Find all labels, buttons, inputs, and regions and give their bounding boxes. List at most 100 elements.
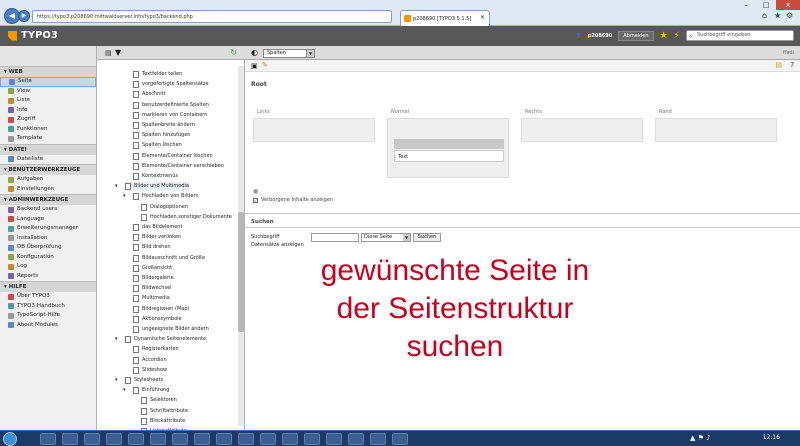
tree-toggle-icon[interactable]: ▾ xyxy=(115,377,118,383)
tree-node[interactable]: Bildwechsel xyxy=(133,284,172,293)
tree-node[interactable]: Elemente/Container löschen xyxy=(133,152,213,161)
tree-node[interactable]: Dynamische Seitenelemente xyxy=(125,335,206,344)
tree-node[interactable]: Selektoren xyxy=(141,396,177,405)
tree-node[interactable]: Schriftattribute xyxy=(141,407,188,416)
tree-node[interactable]: Spalten hinzufügen xyxy=(133,131,190,140)
refresh-icon[interactable]: ↻ xyxy=(230,48,237,57)
tree-node[interactable]: Bildausschnitt und Größe xyxy=(133,254,205,263)
module-item[interactable]: Über TYPO3 xyxy=(0,292,96,302)
taskbar-app-icon[interactable] xyxy=(128,433,144,445)
taskbar-clock[interactable]: 12:16 xyxy=(763,434,780,441)
module-item[interactable]: Dateiliste xyxy=(0,155,96,165)
module-item[interactable]: Template xyxy=(0,134,96,144)
taskbar-app-icon[interactable] xyxy=(62,433,78,445)
taskbar-app-icon[interactable] xyxy=(304,433,320,445)
backend-search-input[interactable]: ⌕ Suchbegriff eingeben xyxy=(686,30,794,41)
taskbar-app-icon[interactable] xyxy=(84,433,100,445)
taskbar-app-icon[interactable] xyxy=(348,433,364,445)
tree-node[interactable]: Hochladen sonstiger Dokumente xyxy=(141,213,232,222)
search-button[interactable]: Suchen xyxy=(413,233,441,242)
logout-button[interactable]: Abmelden xyxy=(618,30,654,41)
tree-toggle-icon[interactable]: ▾ xyxy=(123,193,126,199)
column-rand[interactable] xyxy=(655,118,777,142)
tree-node[interactable]: ungeeignete Bilder ändern xyxy=(133,325,209,334)
tree-node[interactable]: Aktionssymbole xyxy=(133,315,182,324)
clipboard-icon[interactable]: ▤ xyxy=(775,61,782,69)
view-select[interactable]: Spalten ▼ xyxy=(263,49,315,58)
address-bar[interactable]: https://typo3.p208690.mittwaldserver.inf… xyxy=(32,10,392,23)
tree-node[interactable]: Großansicht xyxy=(133,264,172,273)
module-item[interactable]: TypoScript-Hilfe xyxy=(0,311,96,321)
module-item[interactable]: Backend users xyxy=(0,205,96,215)
module-item[interactable]: Installation xyxy=(0,234,96,244)
taskbar-app-icon[interactable] xyxy=(370,433,386,445)
tree-node[interactable]: Abschnitt xyxy=(133,90,166,99)
taskbar-app-icon[interactable] xyxy=(392,433,408,445)
tree-toggle-icon[interactable]: ▾ xyxy=(115,183,118,189)
tray-icons[interactable]: ▲ ⚑ ♪ xyxy=(690,434,711,442)
tree-scrollbar-thumb[interactable] xyxy=(238,212,244,332)
flash-clear-cache-icon[interactable]: ⚡ xyxy=(674,31,680,41)
home-icon[interactable]: ⌂ xyxy=(762,11,767,20)
content-element-header[interactable] xyxy=(394,139,504,149)
module-group-header[interactable]: ▾ BENUTZERWERKZEUGE xyxy=(0,164,96,175)
taskbar-app-icon[interactable] xyxy=(106,433,122,445)
edit-page-icon[interactable]: ✎ xyxy=(262,61,268,69)
tree-scrollbar[interactable] xyxy=(238,66,244,426)
module-item[interactable]: Erweiterungsmanager xyxy=(0,224,96,234)
tree-toggle-icon[interactable]: ▾ xyxy=(115,336,118,342)
content-element-text[interactable]: Text xyxy=(394,150,504,162)
taskbar-app-icon[interactable] xyxy=(260,433,276,445)
module-group-header[interactable]: ▾ WEB xyxy=(0,66,96,77)
taskbar-app-icon[interactable] xyxy=(326,433,342,445)
forward-icon[interactable]: ▶ xyxy=(18,10,30,22)
tree-node[interactable]: das Bildelement xyxy=(133,223,182,232)
search-term-input[interactable] xyxy=(311,233,359,242)
tree-node[interactable]: Blockattribute xyxy=(141,417,185,426)
tree-node[interactable]: Spaltenbreite ändern xyxy=(133,121,195,130)
module-item[interactable]: Info xyxy=(0,106,96,116)
tree-toggle-icon[interactable]: ▾ xyxy=(123,387,126,393)
browser-tab[interactable]: p208690 [TYPO3 5.1.5] × xyxy=(400,10,490,26)
username[interactable]: p208690 xyxy=(588,33,612,39)
tree-node[interactable]: Stylesheets xyxy=(125,376,163,385)
module-item[interactable]: TYPO3-Handbuch xyxy=(0,302,96,312)
bookmark-star-icon[interactable]: ★ xyxy=(660,31,668,41)
filter-icon[interactable]: ▼ xyxy=(115,48,121,57)
module-item[interactable]: View xyxy=(0,87,96,97)
tab-close-icon[interactable]: × xyxy=(480,14,485,21)
taskbar-app-icon[interactable] xyxy=(216,433,232,445)
search-scope-select[interactable]: Diese Seite ▼ xyxy=(361,233,411,242)
tree-node[interactable]: Bildregionen (Map) xyxy=(133,305,189,314)
show-hidden-checkbox[interactable]: ✓ Verborgene Inhalte anzeigen xyxy=(253,197,333,203)
taskbar-app-icon[interactable] xyxy=(282,433,298,445)
module-item[interactable]: Zugriff xyxy=(0,115,96,125)
taskbar-app-icon[interactable] xyxy=(172,433,188,445)
module-item[interactable]: DB Überprüfung xyxy=(0,243,96,253)
taskbar-app-icon[interactable] xyxy=(238,433,254,445)
module-item[interactable]: About Modules xyxy=(0,321,96,331)
close-window-icon[interactable]: × xyxy=(776,0,800,10)
tree-node[interactable]: Spalten löschen xyxy=(133,141,182,150)
module-item[interactable]: Log xyxy=(0,262,96,272)
tree-node[interactable]: Textfelder teilen xyxy=(133,70,182,79)
favorites-icon[interactable]: ★ xyxy=(774,11,781,20)
new-page-icon[interactable]: ▤ xyxy=(105,49,112,57)
checkbox-box[interactable]: ✓ xyxy=(253,197,258,203)
module-item[interactable]: Einstellungen xyxy=(0,185,96,195)
tree-node[interactable]: Multimedia xyxy=(133,294,170,303)
maximize-icon[interactable]: □ xyxy=(756,0,776,10)
module-item[interactable]: Liste xyxy=(0,96,96,106)
tree-node[interactable]: Hochladen von Bildern xyxy=(133,192,199,201)
settings-gear-icon[interactable]: ⚙ xyxy=(786,11,793,20)
module-group-header[interactable]: ▾ HILFE xyxy=(0,281,96,292)
view-page-icon[interactable]: ▣ xyxy=(251,62,258,70)
column-rechts[interactable] xyxy=(521,118,643,142)
tree-node[interactable]: benutzerdefinierte Spalten xyxy=(133,101,209,110)
tree-node[interactable]: Bild drehen xyxy=(133,243,171,252)
module-item[interactable]: Language xyxy=(0,215,96,225)
column-normal[interactable]: Text xyxy=(387,118,509,178)
module-item[interactable]: Aufgaben xyxy=(0,175,96,185)
taskbar-app-icon[interactable] xyxy=(194,433,210,445)
help-icon[interactable]: ? xyxy=(790,61,794,69)
